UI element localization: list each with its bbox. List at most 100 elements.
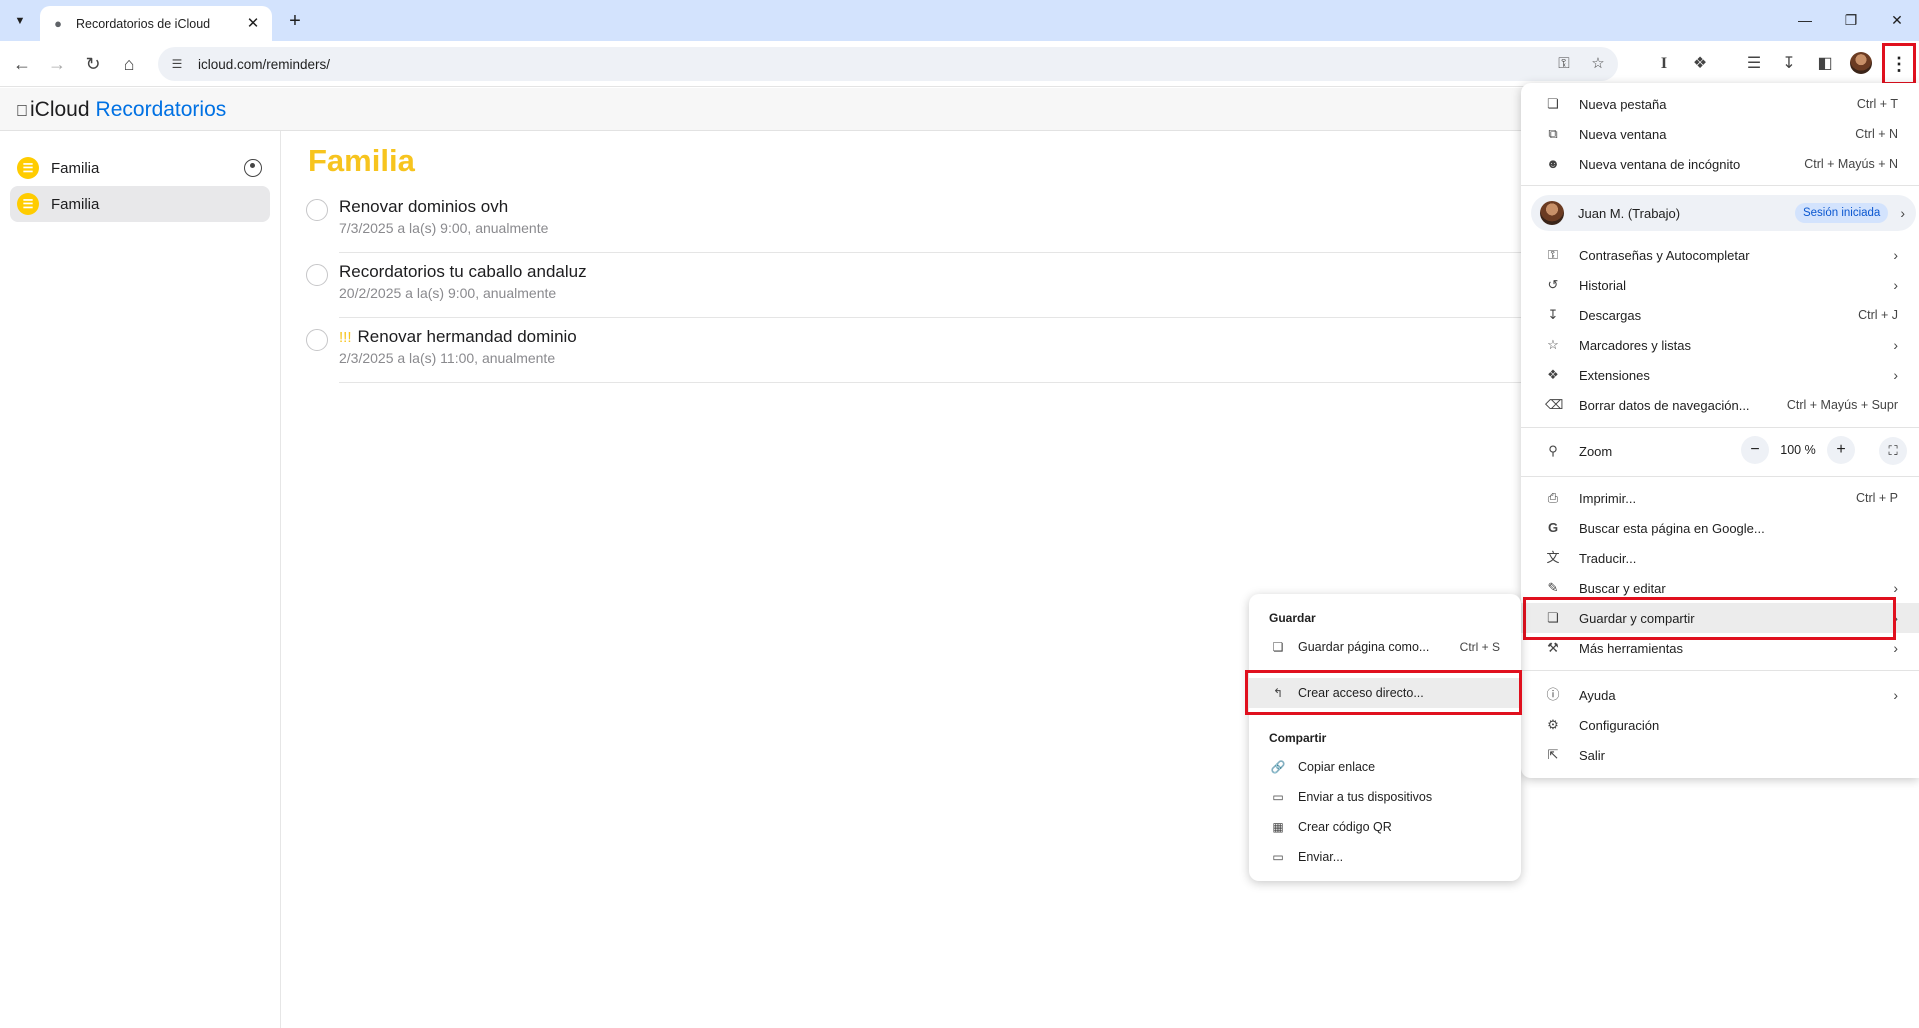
- brand-app-name: Recordatorios: [83, 98, 227, 121]
- menu-item-new-tab[interactable]: ❏ Nueva pestaña Ctrl + T: [1521, 89, 1919, 119]
- menu-item-label: Imprimir...: [1579, 490, 1637, 506]
- key-icon[interactable]: ⚿: [1552, 52, 1576, 76]
- menu-item-downloads[interactable]: ↧ Descargas Ctrl + J: [1521, 300, 1919, 330]
- menu-profile-row[interactable]: Juan M. (Trabajo) Sesión iniciada ›: [1531, 195, 1916, 231]
- submenu-item-send-devices[interactable]: ▭ Enviar a tus dispositivos: [1249, 782, 1521, 812]
- menu-item-label: Marcadores y listas: [1579, 337, 1691, 353]
- status-badge: Sesión iniciada: [1794, 203, 1889, 223]
- menu-item-history[interactable]: ↺ Historial ›: [1521, 270, 1919, 300]
- submenu-item-qr-code[interactable]: ▦ Crear código QR: [1249, 812, 1521, 842]
- extension-i-icon[interactable]: I: [1650, 50, 1678, 78]
- home-icon[interactable]: ⌂: [115, 50, 143, 78]
- save-share-highlight-box: [1523, 597, 1896, 640]
- find-edit-icon: ✎: [1547, 580, 1559, 595]
- menu-item-settings[interactable]: ⚙ Configuración: [1521, 710, 1919, 740]
- link-icon: 🔗: [1270, 760, 1286, 774]
- zoom-in-button[interactable]: +: [1827, 436, 1855, 464]
- menu-item-search-google[interactable]: G Buscar esta página en Google...: [1521, 513, 1919, 543]
- minimize-icon[interactable]: —: [1787, 6, 1823, 34]
- list-title: Familia: [308, 143, 415, 178]
- tab-strip: ▼ ● Recordatorios de iCloud ✕ + — ❐ ✕: [0, 0, 1919, 41]
- submenu-item-label: Enviar...: [1298, 850, 1344, 864]
- media-queue-icon[interactable]: ☰: [1740, 50, 1768, 78]
- menu-item-print[interactable]: ⎙ Imprimir... Ctrl + P: [1521, 483, 1919, 513]
- chevron-right-icon: ›: [1893, 367, 1898, 383]
- star-icon: ☆: [1547, 337, 1559, 352]
- menu-item-incognito[interactable]: ☻ Nueva ventana de incógnito Ctrl + Mayú…: [1521, 149, 1919, 179]
- back-icon[interactable]: ←: [8, 50, 36, 78]
- menu-separator: [1521, 427, 1919, 428]
- exit-icon: ⇱: [1547, 747, 1559, 762]
- extensions-icon[interactable]: ❖: [1686, 50, 1714, 78]
- brand[interactable]:  iCloud Recordatorios: [16, 98, 226, 122]
- zoom-level: 100 %: [1780, 443, 1816, 457]
- close-tab-icon[interactable]: ✕: [244, 15, 262, 33]
- submenu-item-cast[interactable]: ▭ Enviar...: [1249, 842, 1521, 872]
- translate-icon: 文: [1546, 550, 1560, 565]
- menu-item-label: Nueva pestaña: [1579, 96, 1667, 112]
- sidebar-item-familia-shared[interactable]: ☰ Familia: [10, 150, 270, 186]
- tab-search-icon[interactable]: ▼: [8, 9, 32, 33]
- chevron-right-icon: ›: [1893, 687, 1898, 703]
- menu-item-passwords[interactable]: ⚿ Contraseñas y Autocompletar ›: [1521, 240, 1919, 270]
- save-page-icon: ❏: [1272, 640, 1284, 654]
- download-icon: ↧: [1547, 307, 1559, 322]
- fullscreen-icon[interactable]: ⛶: [1879, 437, 1907, 465]
- submenu-heading-share: Compartir: [1269, 731, 1327, 745]
- submenu-item-copy-link[interactable]: 🔗 Copiar enlace: [1249, 752, 1521, 782]
- print-icon: ⎙: [1547, 490, 1559, 505]
- save-share-submenu: Guardar ❏ Guardar página como... Ctrl + …: [1249, 594, 1521, 881]
- zoom-controls: − 100 % +: [1741, 436, 1855, 464]
- extensions-icon: ❖: [1547, 367, 1559, 382]
- zoom-icon: ⚲: [1548, 443, 1558, 458]
- menu-item-help[interactable]: ⓘ Ayuda ›: [1521, 680, 1919, 710]
- menu-item-clear-data[interactable]: ⌫ Borrar datos de navegación... Ctrl + M…: [1521, 390, 1919, 420]
- new-tab-icon: ❏: [1547, 96, 1559, 111]
- chevron-right-icon: ›: [1893, 337, 1898, 353]
- menu-item-bookmarks[interactable]: ☆ Marcadores y listas ›: [1521, 330, 1919, 360]
- menu-item-shortcut: Ctrl + T: [1856, 97, 1898, 111]
- site-info-icon[interactable]: ☰: [168, 55, 186, 73]
- profile-avatar[interactable]: [1850, 52, 1872, 74]
- reload-icon[interactable]: ↻: [79, 50, 107, 78]
- browser-tab[interactable]: ● Recordatorios de iCloud ✕: [40, 6, 272, 41]
- menu-item-zoom: ⚲ Zoom − 100 % + ⛶: [1521, 436, 1919, 466]
- sidebar: ☰ Familia ☰ Familia: [0, 131, 281, 1028]
- list-icon: ☰: [17, 193, 39, 215]
- menu-item-shortcut: Ctrl + Mayús + Supr: [1786, 398, 1898, 412]
- sidebar-item-familia[interactable]: ☰ Familia: [10, 186, 270, 222]
- reminder-checkbox[interactable]: [306, 264, 328, 286]
- forward-icon[interactable]: →: [43, 50, 71, 78]
- submenu-item-label: Guardar página como...: [1298, 640, 1430, 654]
- reminder-title-text: Renovar dominios ovh: [339, 197, 509, 216]
- close-window-icon[interactable]: ✕: [1879, 6, 1915, 34]
- side-panel-icon[interactable]: ◧: [1811, 50, 1839, 78]
- profile-name: Juan M. (Trabajo): [1578, 205, 1681, 221]
- menu-highlight-box: [1882, 43, 1916, 85]
- new-tab-button[interactable]: +: [282, 8, 308, 34]
- zoom-out-button[interactable]: −: [1741, 436, 1769, 464]
- menu-item-extensions[interactable]: ❖ Extensiones ›: [1521, 360, 1919, 390]
- reminder-checkbox[interactable]: [306, 329, 328, 351]
- menu-item-new-window[interactable]: ⧉ Nueva ventana Ctrl + N: [1521, 119, 1919, 149]
- trash-icon: ⌫: [1545, 397, 1564, 412]
- menu-item-translate[interactable]: 文 Traducir...: [1521, 543, 1919, 573]
- key-icon: ⚿: [1548, 247, 1558, 262]
- chevron-right-icon: ›: [1893, 277, 1898, 293]
- reminder-title-text: Recordatorios tu caballo andaluz: [339, 262, 587, 281]
- menu-item-label: Borrar datos de navegación...: [1579, 397, 1750, 413]
- reminder-checkbox[interactable]: [306, 199, 328, 221]
- url-text: icloud.com/reminders/: [198, 56, 331, 72]
- download-icon[interactable]: ↧: [1775, 50, 1803, 78]
- restore-icon[interactable]: ❐: [1833, 6, 1869, 34]
- settings-icon: ⚙: [1547, 717, 1559, 732]
- menu-item-label: Configuración: [1579, 717, 1660, 733]
- brand-icloud: iCloud: [18, 98, 90, 121]
- tab-title: Recordatorios de iCloud: [76, 16, 211, 31]
- address-bar[interactable]: ☰ icloud.com/reminders/ ⚿ ☆: [158, 47, 1618, 81]
- menu-item-exit[interactable]: ⇱ Salir: [1521, 740, 1919, 770]
- menu-item-shortcut: Ctrl + P: [1855, 491, 1898, 505]
- bookmark-star-icon[interactable]: ☆: [1586, 52, 1610, 76]
- submenu-item-save-page[interactable]: ❏ Guardar página como... Ctrl + S: [1249, 632, 1521, 662]
- list-icon: ☰: [17, 157, 39, 179]
